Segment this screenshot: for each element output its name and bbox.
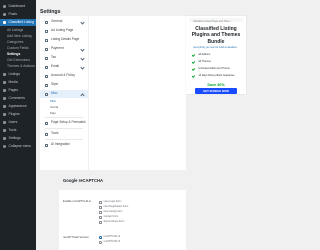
settings-nav-general[interactable]: General [40, 18, 88, 26]
brush-icon [3, 105, 6, 108]
check-icon [191, 74, 196, 79]
divider [45, 117, 83, 118]
admin-menu-media[interactable]: Media [0, 79, 36, 86]
page-icon [3, 89, 6, 92]
chevron-up-icon [80, 92, 85, 98]
promo-price: Save 30% [207, 83, 225, 87]
recaptcha-option-login[interactable]: User Login Form [99, 200, 121, 204]
promo-image: Classified Listing Plugin and Them... [189, 18, 243, 23]
percent-icon [45, 56, 48, 60]
admin-menu-comments[interactable]: Comments [0, 95, 36, 102]
settings-subnav-map[interactable]: Map [40, 110, 88, 116]
settings-nav-tools[interactable]: Tools [40, 130, 88, 138]
promo-title: Classified Listing Plugins and Themes Bu… [191, 26, 241, 45]
admin-menu-classified-listing[interactable]: Classified Listing [0, 19, 36, 26]
recaptcha-version-v2[interactable]: reCAPTCHA v2 [99, 235, 120, 239]
recaptcha-option-report-abuse[interactable]: Report Abuse Form [99, 220, 124, 224]
recaptcha-version-v3[interactable]: reCAPTCHA v3 [99, 240, 120, 244]
admin-menu-dashboard[interactable]: Dashboard [0, 3, 36, 10]
checkbox[interactable] [99, 201, 102, 204]
promo-card: Classified Listing Plugin and Them... Cl… [186, 16, 246, 94]
gear-icon [45, 20, 48, 24]
radio-button[interactable] [99, 241, 102, 244]
settings-nav-misc[interactable]: Misc [40, 90, 88, 98]
sparkle-icon [45, 143, 48, 147]
mail-icon [45, 65, 48, 69]
plugin-icon [3, 113, 6, 116]
link-icon [45, 121, 48, 125]
wrench-icon [45, 132, 48, 136]
promo-subtitle: Everything you need to build a classifie… [193, 46, 239, 49]
check-icon [191, 53, 196, 58]
checkbox[interactable] [99, 221, 102, 224]
promo-feature: All Themes [191, 60, 243, 65]
grid-icon [45, 92, 48, 96]
check-icon [191, 60, 196, 65]
pin-icon [3, 73, 6, 76]
users-icon [3, 121, 6, 124]
document-icon [45, 38, 48, 42]
user-icon [45, 74, 48, 78]
divider [45, 139, 83, 140]
admin-menu-plugins[interactable]: Plugins [0, 111, 36, 118]
get-bundle-button[interactable]: GET BUNDLE NOW [195, 88, 237, 94]
settings-nav-ai-integration[interactable]: AI Integration [40, 141, 88, 149]
settings-icon [3, 137, 6, 140]
admin-menu-tools[interactable]: Tools [0, 127, 36, 134]
dashboard-icon [3, 5, 6, 8]
brush-icon [45, 83, 48, 87]
media-icon [3, 81, 6, 84]
recaptcha-version-label: reCAPTCHA Version [63, 235, 89, 239]
promo-feature: Unlimited Addon and Theme [191, 67, 243, 72]
radio-button-selected[interactable] [99, 236, 102, 239]
admin-menu-pages[interactable]: Pages [0, 87, 36, 94]
admin-menu-appearance[interactable]: Appearance [0, 103, 36, 110]
checkbox[interactable] [99, 216, 102, 219]
checkbox[interactable] [99, 206, 102, 209]
recaptcha-option-contact[interactable]: Contact Form [99, 215, 118, 219]
settings-nav-page-setup-permalink[interactable]: Page Setup & Permalink [40, 119, 88, 127]
chevron-down-icon [80, 55, 85, 61]
settings-nav-listing-details-page[interactable]: Listing Details Page [40, 36, 88, 44]
checkbox[interactable] [99, 211, 102, 214]
comment-icon [3, 97, 6, 100]
collapse-menu-button[interactable]: Collapse menu [0, 143, 36, 150]
list-icon [3, 21, 6, 24]
card-icon [45, 47, 48, 51]
recaptcha-enable-label: Enable reCAPTCHA in [63, 199, 92, 203]
admin-menu-listings[interactable]: Listings [0, 71, 36, 78]
recaptcha-option-new-listing[interactable]: New Listing Form [99, 210, 122, 214]
page-title: Settings [40, 9, 61, 16]
recaptcha-option-registration[interactable]: User Registration Form [99, 205, 128, 209]
settings-nav-account-policy[interactable]: Account & Policy [40, 72, 88, 80]
check-icon [191, 67, 196, 72]
admin-submenu-themes-addons[interactable]: Themes & Addons [0, 63, 36, 70]
admin-menu-posts[interactable]: Posts [0, 11, 36, 18]
wrench-icon [3, 129, 6, 132]
collapse-icon [3, 145, 6, 148]
recaptcha-section-title: Google reCAPTCHA [63, 178, 104, 183]
admin-sidebar: Dashboard Posts Classified Listing All L… [0, 0, 36, 250]
settings-nav-style[interactable]: Style [40, 81, 88, 89]
promo-feature: All Addons [191, 53, 243, 58]
document-icon [45, 29, 48, 33]
settings-nav-email[interactable]: Email [40, 63, 88, 71]
chevron-down-icon [80, 46, 85, 52]
promo-feature: 14 Days Money Back Guarantee [191, 74, 243, 79]
chevron-down-icon [80, 64, 85, 70]
admin-menu-users[interactable]: Users [0, 119, 36, 126]
settings-nav-payment[interactable]: Payment [40, 45, 88, 53]
pin-icon [3, 13, 6, 16]
admin-menu-settings[interactable]: Settings [0, 135, 36, 142]
settings-nav-tax[interactable]: Tax [40, 54, 88, 62]
settings-nav-ad-listing-page[interactable]: Ad Listing Page [40, 27, 88, 35]
divider [45, 128, 83, 129]
settings-nav: General Ad Listing Page Listing Details … [40, 16, 89, 170]
chevron-down-icon [80, 19, 85, 25]
